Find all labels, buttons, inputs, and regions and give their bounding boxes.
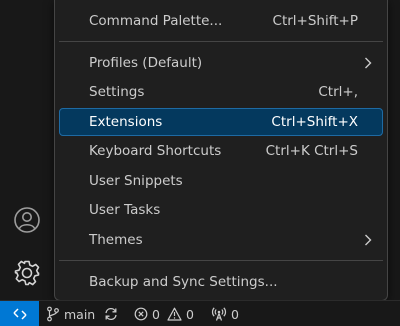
account-icon[interactable] — [11, 204, 43, 236]
menu-item-label: Command Palette... — [89, 13, 223, 29]
status-bar: main 0 0 0 — [0, 300, 400, 326]
ports-status[interactable]: 0 — [211, 301, 239, 326]
menu-item-label: User Tasks — [89, 202, 161, 218]
git-branch-icon — [47, 306, 59, 322]
menu-item-keybinding: Ctrl+Shift+X — [271, 114, 358, 130]
activity-bar — [0, 0, 55, 300]
warning-count: 0 — [185, 306, 194, 322]
remote-icon — [12, 308, 27, 320]
menu-item-keybinding: Ctrl+Shift+P — [272, 13, 358, 29]
warning-icon — [167, 307, 182, 321]
branch-status[interactable]: main — [46, 301, 119, 326]
menu-separator — [59, 260, 383, 261]
menu-item-command-palette[interactable]: Command Palette... Ctrl+Shift+P — [59, 7, 383, 35]
menu-item-label: User Snippets — [89, 173, 183, 189]
ports-count: 0 — [231, 306, 239, 322]
sync-icon[interactable] — [103, 306, 119, 322]
remote-button[interactable] — [0, 301, 39, 326]
menu-item-extensions[interactable]: Extensions Ctrl+Shift+X — [59, 108, 383, 136]
problems-status[interactable]: 0 0 — [134, 301, 194, 326]
workbench: Command Palette... Ctrl+Shift+P Profiles… — [0, 0, 400, 326]
menu-item-user-tasks[interactable]: User Tasks — [59, 196, 383, 224]
branch-name: main — [64, 306, 96, 322]
menu-item-user-snippets[interactable]: User Snippets — [59, 167, 383, 195]
menu-item-label: Keyboard Shortcuts — [89, 143, 222, 159]
manage-menu: Command Palette... Ctrl+Shift+P Profiles… — [54, 0, 388, 301]
menu-item-profiles[interactable]: Profiles (Default) — [59, 49, 383, 77]
menu-item-keyboard-shortcuts[interactable]: Keyboard Shortcuts Ctrl+K Ctrl+S — [59, 137, 383, 165]
chevron-right-icon — [363, 233, 373, 247]
error-count: 0 — [152, 306, 160, 322]
menu-separator — [59, 41, 383, 42]
menu-item-backup-sync[interactable]: Backup and Sync Settings... — [59, 268, 383, 296]
menu-item-themes[interactable]: Themes — [59, 226, 383, 254]
menu-item-label: Backup and Sync Settings... — [89, 274, 278, 290]
menu-item-label: Themes — [89, 232, 143, 248]
menu-item-settings[interactable]: Settings Ctrl+, — [59, 78, 383, 106]
error-icon — [134, 307, 148, 321]
menu-item-label: Extensions — [89, 114, 163, 130]
chevron-right-icon — [363, 56, 373, 70]
menu-item-keybinding: Ctrl+K Ctrl+S — [265, 143, 358, 159]
menu-item-keybinding: Ctrl+, — [318, 84, 358, 100]
menu-item-label: Settings — [89, 84, 145, 100]
menu-item-label: Profiles (Default) — [89, 55, 203, 71]
gear-icon[interactable] — [11, 257, 43, 289]
radio-tower-icon — [211, 307, 227, 321]
